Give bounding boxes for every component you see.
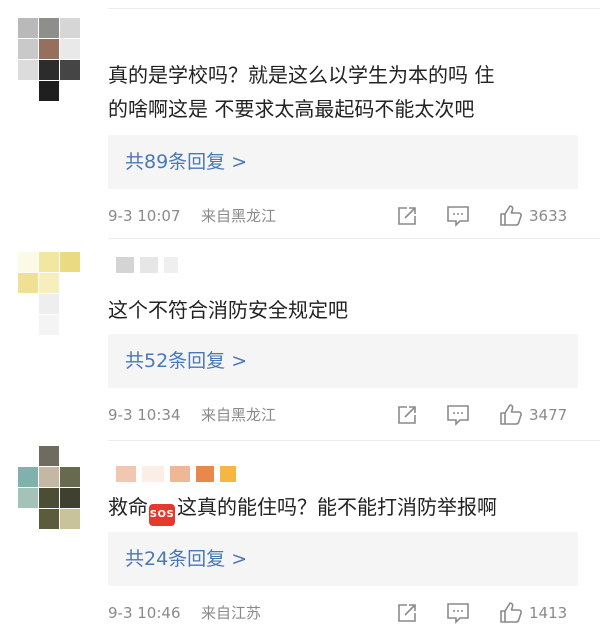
share-button[interactable] — [396, 601, 418, 625]
comment-button[interactable] — [446, 403, 470, 427]
like-count: 3477 — [529, 406, 568, 424]
view-replies-button[interactable]: 共24条回复 > — [108, 532, 578, 586]
like-button[interactable]: 3633 — [499, 204, 567, 228]
divider — [108, 238, 600, 239]
view-replies-button[interactable]: 共52条回复 > — [108, 334, 578, 388]
comment-text: 救命 SOS 这真的能住吗？能不能打消防举报啊 — [108, 490, 578, 526]
thumb-up-icon — [500, 602, 522, 623]
thumb-up-icon — [500, 404, 522, 425]
username-blurred[interactable] — [116, 256, 178, 274]
comment-text-line: 的啥啊这是 不要求太高最起码不能太次吧 — [108, 97, 475, 121]
thumb-up-icon — [500, 205, 522, 226]
comment-time: 9-3 10:34 — [108, 406, 181, 424]
comment-text-line: 真的是学校吗？就是这么以学生为本的吗 住 — [108, 63, 495, 87]
share-icon — [398, 604, 416, 622]
comment-icon — [447, 603, 469, 624]
divider — [108, 440, 600, 441]
avatar[interactable] — [18, 252, 80, 335]
comment-time: 9-3 10:46 — [108, 604, 181, 622]
comment-text: 这个不符合消防安全规定吧 — [108, 293, 578, 327]
comment-meta: 9-3 10:07 来自黑龙江 3633 — [108, 204, 586, 228]
comment-text-segment: 这真的能住吗？能不能打消防举报啊 — [177, 495, 497, 519]
avatar[interactable] — [18, 18, 80, 101]
share-button[interactable] — [396, 403, 418, 427]
comment-meta: 9-3 10:34 来自黑龙江 3477 — [108, 403, 586, 427]
view-replies-button[interactable]: 共89条回复 > — [108, 135, 578, 189]
share-icon — [398, 406, 416, 424]
comment-text: 真的是学校吗？就是这么以学生为本的吗 住 的啥啊这是 不要求太高最起码不能太次吧 — [108, 58, 578, 126]
comment-text-line: 这个不符合消防安全规定吧 — [108, 298, 348, 322]
comment-text-segment: 救命 — [108, 495, 148, 519]
comment-button[interactable] — [446, 204, 470, 228]
like-count: 3633 — [529, 207, 568, 225]
share-button[interactable] — [396, 204, 418, 228]
username-blurred[interactable] — [116, 465, 236, 483]
comment-button[interactable] — [446, 601, 470, 625]
comment-icon — [447, 405, 469, 426]
sos-emoji-icon: SOS — [149, 504, 175, 526]
comment-location: 来自黑龙江 — [201, 406, 277, 424]
comment-meta: 9-3 10:46 来自江苏 1413 — [108, 601, 586, 625]
like-button[interactable]: 1413 — [499, 601, 567, 625]
like-count: 1413 — [529, 604, 568, 622]
comment-location: 来自江苏 — [201, 604, 262, 622]
avatar[interactable] — [18, 446, 80, 529]
comment-text-line: 救命 SOS 这真的能住吗？能不能打消防举报啊 — [108, 490, 578, 526]
share-icon — [398, 207, 416, 225]
like-button[interactable]: 3477 — [499, 403, 567, 427]
comment-time: 9-3 10:07 — [108, 207, 181, 225]
top-divider — [108, 8, 600, 9]
comment-icon — [447, 206, 469, 227]
comment-location: 来自黑龙江 — [201, 207, 277, 225]
